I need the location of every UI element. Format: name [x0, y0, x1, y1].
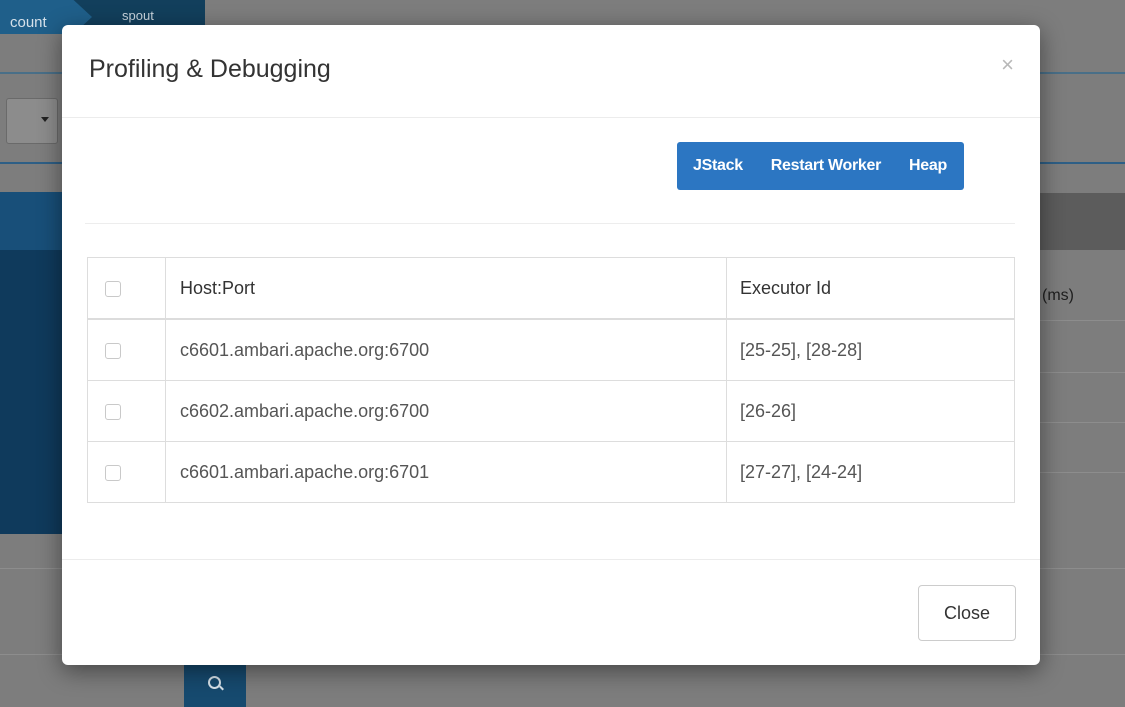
host-port-cell: c6601.ambari.apache.org:6701: [165, 441, 727, 503]
table-row: c6601.ambari.apache.org:6700 [25-25], [2…: [87, 318, 1015, 381]
header-divider: [62, 117, 1040, 118]
search-button[interactable]: [184, 662, 246, 707]
breadcrumb-label-spout: spout: [122, 8, 154, 23]
background-column-header: (ms): [1042, 287, 1074, 304]
table-header-row: Host:Port Executor Id: [87, 257, 1015, 320]
search-icon: [208, 676, 221, 689]
executor-id-cell: [25-25], [28-28]: [726, 318, 1015, 381]
header-host-port: Host:Port: [165, 257, 727, 320]
row-divider: [1040, 422, 1125, 423]
background-table-header: [1040, 193, 1125, 250]
table-row: c6602.ambari.apache.org:6700 [26-26]: [87, 380, 1015, 442]
row-divider: [1040, 372, 1125, 373]
row-checkbox-cell: [87, 441, 166, 503]
select-all-cell: [87, 257, 166, 320]
restart-worker-button[interactable]: Restart Worker: [757, 142, 895, 190]
row-checkbox[interactable]: [105, 464, 121, 481]
close-icon[interactable]: ×: [1001, 54, 1014, 76]
breadcrumb-label-count: count: [10, 14, 47, 31]
host-port-cell: c6601.ambari.apache.org:6700: [165, 318, 727, 381]
table-row: c6601.ambari.apache.org:6701 [27-27], [2…: [87, 441, 1015, 503]
section-divider: [85, 223, 1015, 224]
header-executor-id: Executor Id: [726, 257, 1015, 320]
background-select[interactable]: [6, 98, 58, 144]
executor-id-cell: [26-26]: [726, 380, 1015, 442]
executor-id-cell: [27-27], [24-24]: [726, 441, 1015, 503]
executors-table: Host:Port Executor Id c6601.ambari.apach…: [87, 257, 1015, 503]
row-checkbox[interactable]: [105, 342, 121, 359]
action-button-group: JStack Restart Worker Heap: [677, 142, 964, 190]
modal-title: Profiling & Debugging: [89, 55, 331, 83]
caret-down-icon: [41, 117, 49, 122]
row-divider: [1040, 320, 1125, 321]
select-all-checkbox[interactable]: [105, 280, 121, 297]
close-button[interactable]: Close: [918, 585, 1016, 641]
host-port-cell: c6602.ambari.apache.org:6700: [165, 380, 727, 442]
row-checkbox-cell: [87, 318, 166, 381]
row-checkbox[interactable]: [105, 403, 121, 420]
row-checkbox-cell: [87, 380, 166, 442]
background-panel-header: [0, 192, 62, 250]
jstack-button[interactable]: JStack: [677, 142, 757, 190]
profiling-debugging-modal: Profiling & Debugging × JStack Restart W…: [62, 25, 1040, 665]
heap-button[interactable]: Heap: [895, 142, 964, 190]
row-divider: [1040, 472, 1125, 473]
footer-divider: [62, 559, 1040, 560]
